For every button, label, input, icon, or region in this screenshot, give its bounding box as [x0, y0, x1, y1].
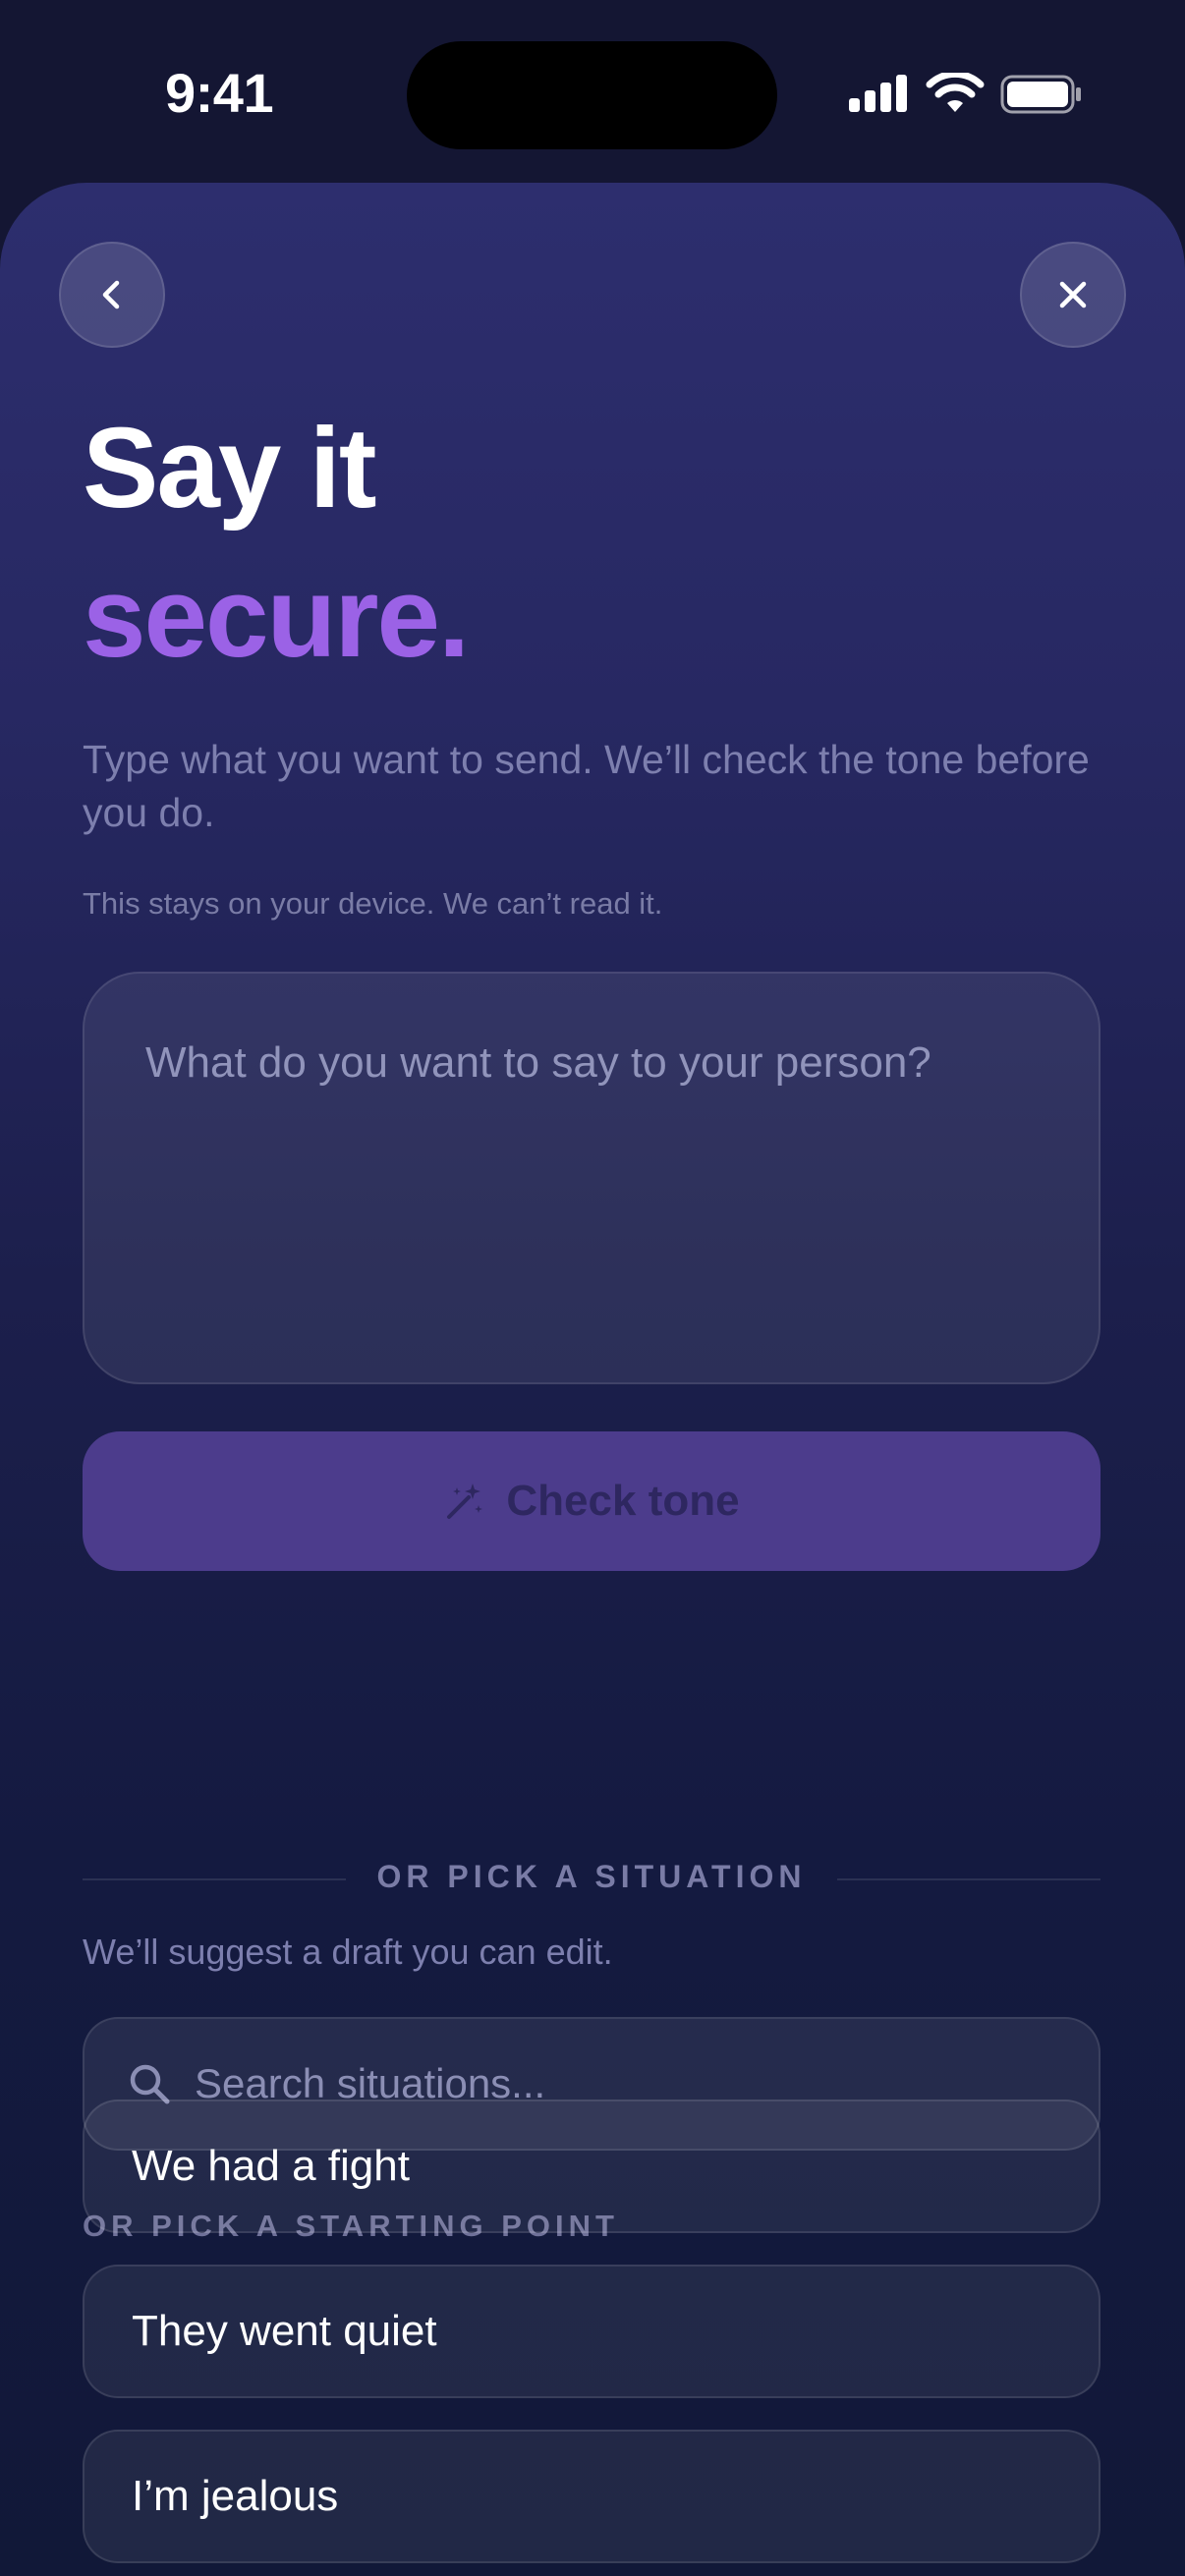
page-title-line1: Say it [83, 404, 376, 532]
starting-point-item[interactable]: I’m jealous [83, 2430, 1100, 2563]
message-input-placeholder: What do you want to say to your person? [145, 1038, 931, 1087]
magic-wand-icon [447, 1484, 483, 1519]
page-title-line2: secure. [83, 553, 470, 681]
back-button[interactable] [59, 242, 165, 348]
close-button[interactable] [1020, 242, 1126, 348]
privacy-note: This stays on your device. We can’t read… [83, 886, 663, 921]
starting-point-item[interactable]: We had a fight [83, 2100, 1100, 2233]
close-icon [1059, 281, 1087, 308]
status-time: 9:41 [165, 62, 274, 124]
wifi-icon [926, 73, 985, 112]
status-bar: 9:41 [0, 0, 1185, 187]
check-tone-button[interactable]: Check tone [83, 1431, 1100, 1571]
battery-icon [1000, 75, 1081, 114]
situation-divider: OR PICK A SITUATION [83, 1859, 1100, 1898]
starting-point-item[interactable]: They went quiet [83, 2265, 1100, 2398]
check-tone-label: Check tone [506, 1477, 740, 1525]
message-input[interactable]: What do you want to say to your person? [83, 972, 1100, 1384]
page-subtitle: Type what you want to send. We’ll check … [83, 737, 1090, 835]
dynamic-island [407, 41, 777, 149]
situation-hint: We’ll suggest a draft you can edit. [83, 1932, 613, 1972]
cellular-signal-icon [849, 75, 908, 112]
compose-sheet: Say it secure. Type what you want to sen… [0, 183, 1185, 2576]
chevron-left-icon [102, 280, 120, 309]
situation-divider-label: OR PICK A SITUATION [376, 1859, 807, 1894]
